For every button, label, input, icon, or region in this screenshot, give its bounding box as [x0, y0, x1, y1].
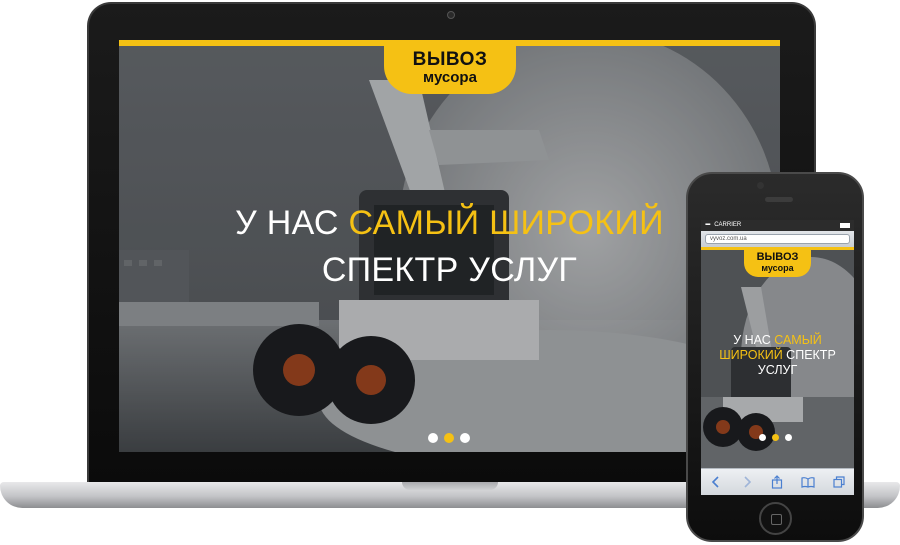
phone-camera	[757, 182, 764, 189]
slider-dots	[428, 433, 470, 443]
phone-hero-headline: У НАС САМЫЙ ШИРОКИЙ СПЕКТР УСЛУГ	[701, 333, 854, 378]
signal-icon: ▪▪▪▪	[705, 222, 710, 228]
hero-headline-line1: У НАС САМЫЙ ШИРОКИЙ	[119, 200, 780, 247]
phone-site-logo[interactable]: ВЫВОЗ мусора	[744, 247, 811, 277]
hero-headline: У НАС САМЫЙ ШИРОКИЙ СПЕКТР УСЛУГ	[119, 200, 780, 294]
slider-dot-1[interactable]	[428, 433, 438, 443]
phone-logo-line1: ВЫВОЗ	[756, 251, 799, 263]
hero-headline-text: У НАС	[235, 204, 349, 242]
phone-slider-dot-2[interactable]	[772, 434, 779, 441]
back-icon[interactable]	[708, 474, 724, 490]
phone-hero: ВЫВОЗ мусора У НАС САМЫЙ ШИРОКИЙ СПЕКТР …	[701, 247, 854, 468]
phone-screen: ▪▪▪▪ CARRIER vyvoz.com.ua ВЫВОЗ мусора У…	[701, 220, 854, 495]
phone-speaker	[765, 197, 793, 202]
tabs-icon[interactable]	[831, 474, 847, 490]
forward-icon[interactable]	[739, 474, 755, 490]
laptop-screen: ВЫВОЗ мусора У НАС САМЫЙ ШИРОКИЙ СПЕКТР …	[119, 40, 780, 452]
site-logo[interactable]: ВЫВОЗ мусора	[384, 40, 516, 94]
phone-headline-text: У НАС	[733, 333, 775, 347]
browser-toolbar	[701, 468, 854, 495]
phone-home-button[interactable]	[759, 502, 792, 535]
share-icon[interactable]	[769, 474, 785, 490]
phone-frame: ▪▪▪▪ CARRIER vyvoz.com.ua ВЫВОЗ мусора У…	[686, 172, 864, 542]
carrier-label: CARRIER	[714, 222, 742, 228]
phone-slider-dot-1[interactable]	[759, 434, 766, 441]
phone-logo-line2: мусора	[761, 263, 794, 273]
url-field[interactable]: vyvoz.com.ua	[705, 234, 850, 244]
phone-slider-dot-3[interactable]	[785, 434, 792, 441]
logo-line2: мусора	[423, 69, 477, 86]
laptop-camera	[447, 11, 455, 19]
slider-dot-2[interactable]	[444, 433, 454, 443]
browser-address-bar: vyvoz.com.ua	[701, 231, 854, 247]
phone-slider-dots	[759, 434, 792, 441]
hero-headline-accent: САМЫЙ ШИРОКИЙ	[348, 204, 664, 242]
phone-status-bar: ▪▪▪▪ CARRIER	[701, 220, 854, 231]
bookmarks-icon[interactable]	[800, 474, 816, 490]
slider-dot-3[interactable]	[460, 433, 470, 443]
laptop-notch	[402, 482, 498, 490]
battery-icon	[840, 223, 850, 228]
logo-line1: ВЫВОЗ	[412, 49, 488, 70]
hero-headline-line2: СПЕКТР УСЛУГ	[321, 251, 578, 289]
